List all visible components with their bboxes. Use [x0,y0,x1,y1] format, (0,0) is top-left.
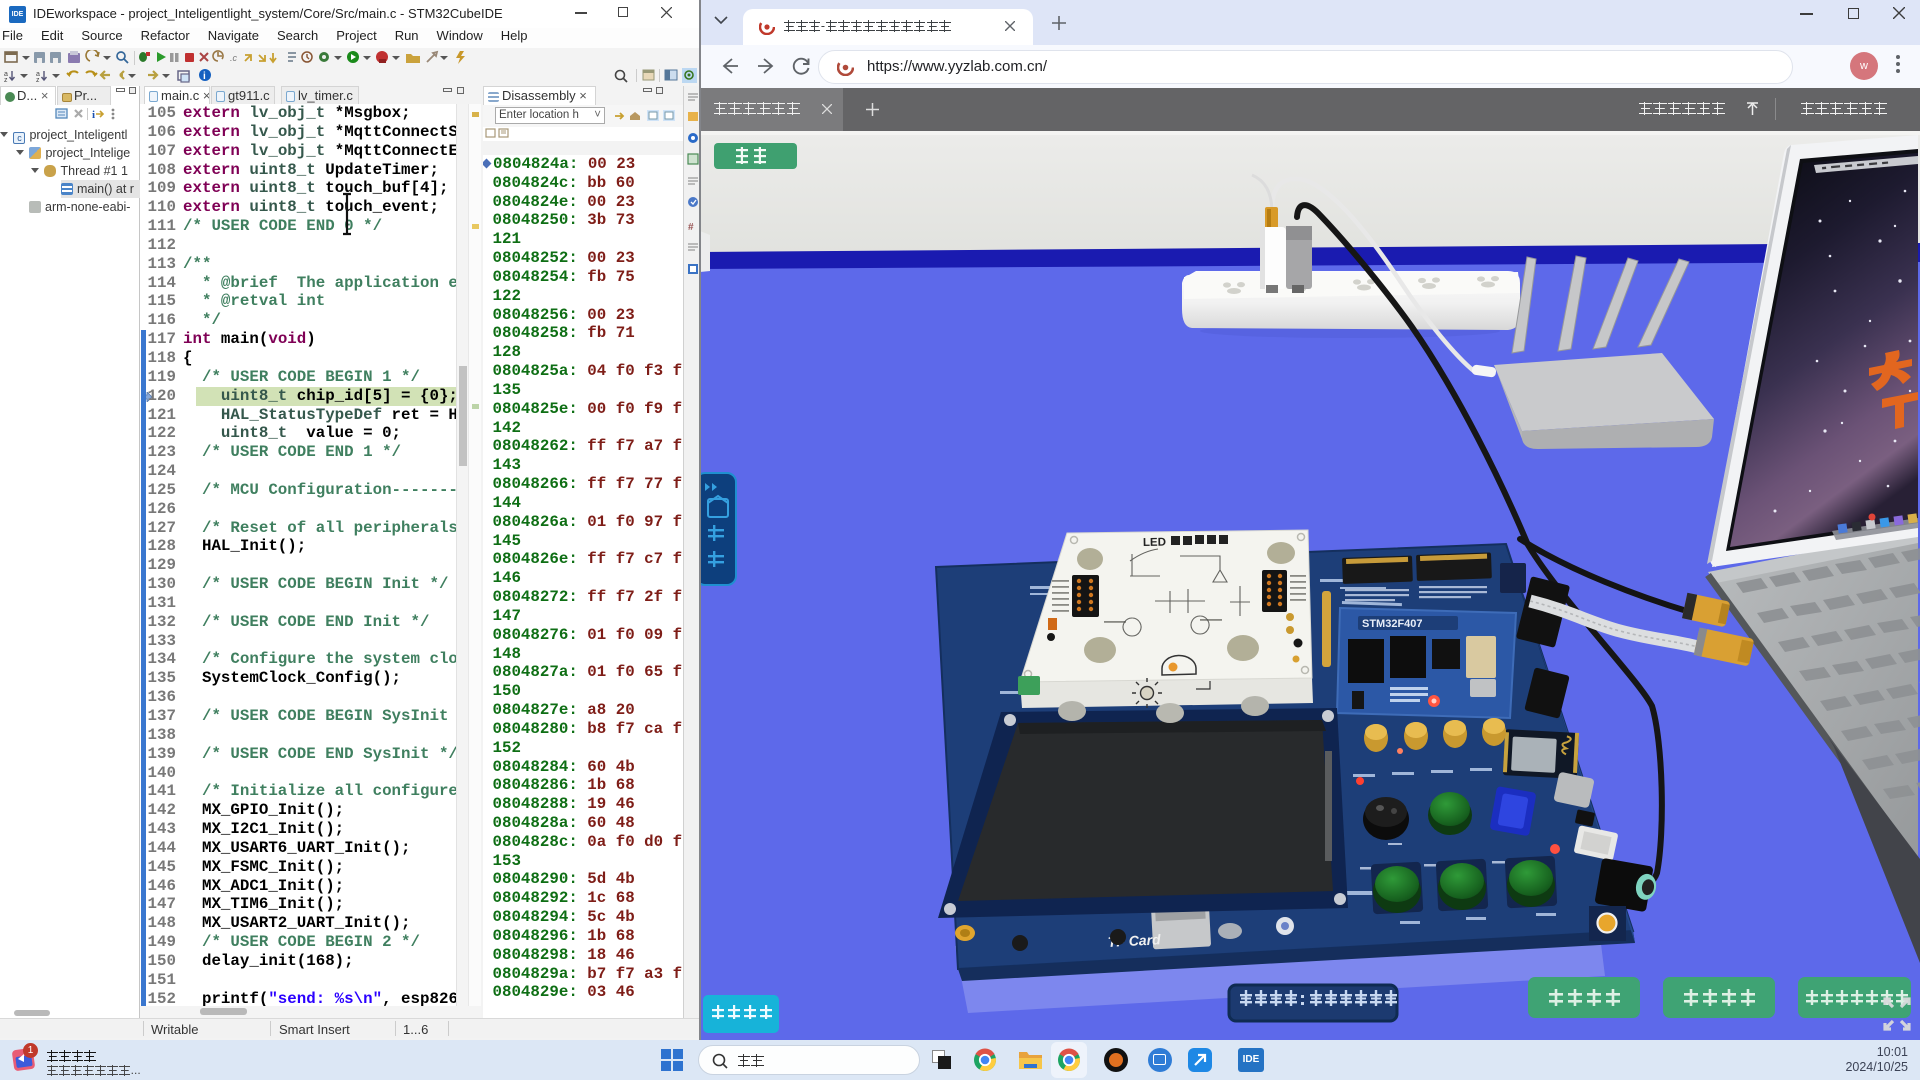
svg-text:.c: .c [230,53,238,63]
svg-text:z: z [36,77,40,84]
svg-text:STM32F407: STM32F407 [1362,618,1423,630]
svg-text:i: i [203,71,206,82]
svg-text:i: i [92,109,95,121]
svg-text:#: # [688,222,694,233]
svg-text:z: z [4,77,8,84]
svg-text:LED: LED [1143,537,1166,549]
